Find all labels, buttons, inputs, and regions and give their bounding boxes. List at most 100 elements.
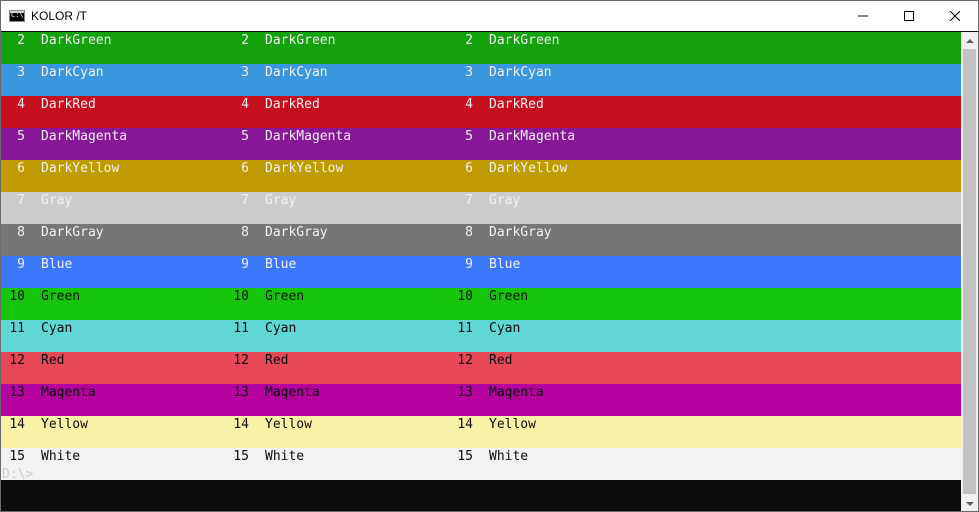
- caption-buttons: [840, 1, 978, 31]
- color-row-red: 12 Red 12 Red 12 Red: [1, 352, 962, 384]
- color-number: 8: [465, 225, 473, 240]
- color-number: 14: [9, 417, 25, 432]
- color-number: 6: [465, 161, 473, 176]
- command-prompt[interactable]: D:\>: [2, 467, 33, 483]
- color-name: DarkCyan: [265, 65, 328, 80]
- color-number: 14: [457, 417, 473, 432]
- color-number: 5: [17, 129, 25, 144]
- color-name: DarkYellow: [41, 161, 120, 176]
- color-cell: 4 DarkRed: [1, 96, 225, 128]
- color-cell: 5 DarkMagenta: [1, 128, 225, 160]
- color-number: 3: [17, 65, 25, 80]
- color-name: White: [41, 449, 81, 464]
- color-number: 7: [465, 193, 473, 208]
- color-row-darkgray: 8 DarkGray 8 DarkGray 8 DarkGray: [1, 224, 962, 256]
- color-cell: 2 DarkGreen: [1, 32, 225, 64]
- color-number: 15: [457, 449, 473, 464]
- color-number: 7: [241, 193, 249, 208]
- maximize-icon: [904, 11, 914, 21]
- color-cell: 12 Red: [1, 352, 225, 384]
- color-row-green: 10 Green 10 Green 10 Green: [1, 288, 962, 320]
- color-number: 5: [241, 129, 249, 144]
- color-number: 3: [465, 65, 473, 80]
- console-icon[interactable]: [9, 10, 25, 22]
- color-cell: 8 DarkGray: [225, 224, 449, 256]
- color-cell: 14 Yellow: [225, 416, 449, 448]
- color-name: Magenta: [41, 385, 96, 400]
- color-cell: 15 White: [225, 448, 449, 480]
- color-name: Gray: [265, 193, 297, 208]
- color-number: 10: [9, 289, 25, 304]
- color-cell: 14 Yellow: [1, 416, 225, 448]
- color-cell: 2 DarkGreen: [449, 32, 673, 64]
- color-cell: 9 Blue: [225, 256, 449, 288]
- color-cell: 7 Gray: [1, 192, 225, 224]
- color-cell: 6 DarkYellow: [1, 160, 225, 192]
- color-row-darkcyan: 3 DarkCyan 3 DarkCyan 3 DarkCyan: [1, 64, 962, 96]
- color-number: 15: [233, 449, 249, 464]
- color-number: 4: [465, 97, 473, 112]
- console-output[interactable]: 2 DarkGreen 2 DarkGreen 2 DarkGreen 3 DarkCyan 3…: [1, 32, 962, 511]
- color-row-magenta: 13 Magenta 13 Magenta 13 Magenta: [1, 384, 962, 416]
- arrow-up-icon: [965, 38, 974, 43]
- color-name: DarkGreen: [489, 33, 560, 48]
- color-number: 7: [17, 193, 25, 208]
- color-number: 2: [465, 33, 473, 48]
- color-name: Red: [489, 353, 513, 368]
- color-cell: 10 Green: [1, 288, 225, 320]
- color-cell: 12 Red: [449, 352, 673, 384]
- color-number: 13: [9, 385, 25, 400]
- color-number: 13: [457, 385, 473, 400]
- color-name: Cyan: [265, 321, 297, 336]
- color-number: 8: [17, 225, 25, 240]
- minimize-button[interactable]: [840, 1, 886, 31]
- color-name: Green: [265, 289, 305, 304]
- color-row-white: 15 White 15 White 15 White: [1, 448, 962, 480]
- color-number: 2: [17, 33, 25, 48]
- color-row-darkred: 4 DarkRed 4 DarkRed 4 DarkRed: [1, 96, 962, 128]
- color-cell: 6 DarkYellow: [225, 160, 449, 192]
- color-cell: 8 DarkGray: [1, 224, 225, 256]
- color-name: DarkGreen: [41, 33, 112, 48]
- color-cell: 15 White: [449, 448, 673, 480]
- close-button[interactable]: [932, 1, 978, 31]
- color-number: 10: [457, 289, 473, 304]
- color-cell: 5 DarkMagenta: [449, 128, 673, 160]
- color-name: DarkGray: [489, 225, 552, 240]
- color-name: Cyan: [41, 321, 73, 336]
- color-cell: 2 DarkGreen: [225, 32, 449, 64]
- color-name: Yellow: [265, 417, 312, 432]
- color-cell: 5 DarkMagenta: [225, 128, 449, 160]
- scroll-up-button[interactable]: [961, 32, 978, 49]
- color-number: 12: [457, 353, 473, 368]
- color-cell: 11 Cyan: [1, 320, 225, 352]
- title-bar[interactable]: KOLOR /T: [1, 1, 978, 31]
- color-row-cyan: 11 Cyan 11 Cyan 11 Cyan: [1, 320, 962, 352]
- color-name: Green: [489, 289, 529, 304]
- color-cell: 13 Magenta: [449, 384, 673, 416]
- color-number: 13: [233, 385, 249, 400]
- color-cell: 10 Green: [449, 288, 673, 320]
- color-cell: 4 DarkRed: [225, 96, 449, 128]
- color-number: 2: [241, 33, 249, 48]
- color-name: Red: [265, 353, 289, 368]
- scroll-down-button[interactable]: [961, 495, 978, 511]
- color-name: DarkMagenta: [489, 129, 576, 144]
- color-row-yellow: 14 Yellow 14 Yellow 14 Yellow: [1, 416, 962, 448]
- color-name: DarkMagenta: [265, 129, 352, 144]
- color-number: 12: [233, 353, 249, 368]
- maximize-button[interactable]: [886, 1, 932, 31]
- color-cell: 13 Magenta: [225, 384, 449, 416]
- color-name: Blue: [41, 257, 73, 272]
- color-cell: 11 Cyan: [449, 320, 673, 352]
- color-name: DarkYellow: [489, 161, 568, 176]
- color-name: Yellow: [489, 417, 536, 432]
- color-number: 9: [241, 257, 249, 272]
- color-cell: 7 Gray: [449, 192, 673, 224]
- color-number: 6: [17, 161, 25, 176]
- color-number: 4: [241, 97, 249, 112]
- scroll-thumb[interactable]: [963, 49, 976, 494]
- vertical-scrollbar[interactable]: [961, 32, 978, 511]
- color-row-darkgreen: 2 DarkGreen 2 DarkGreen 2 DarkGreen: [1, 32, 962, 64]
- arrow-down-icon: [965, 501, 974, 506]
